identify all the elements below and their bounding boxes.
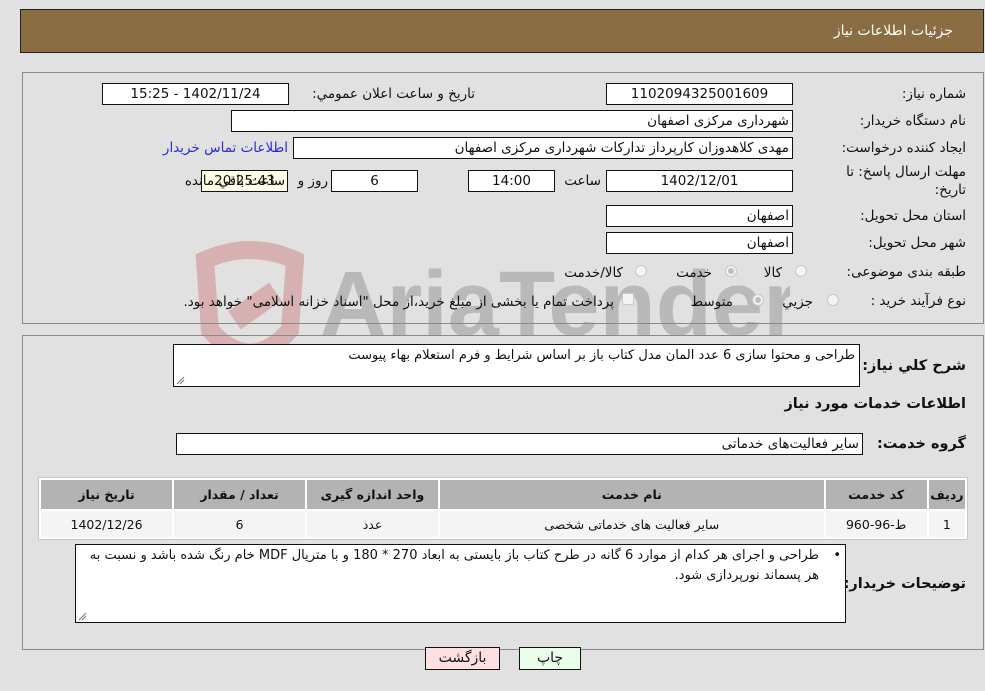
cell-need-date: 1402/12/26 <box>41 511 173 537</box>
buyer-org-label: نام دستگاه خریدار: <box>859 113 966 129</box>
col-header-quantity: تعداد / مقدار <box>174 480 306 509</box>
category-option-goods-service: کالا/خدمت <box>564 265 623 281</box>
need-number-label: شماره نیاز: <box>901 86 966 102</box>
province-label: استان محل تحویل: <box>860 208 966 224</box>
time-label: ساعت <box>564 173 601 189</box>
summary-label: شرح کلي نیاز: <box>862 358 966 374</box>
cell-quantity: 6 <box>174 511 306 537</box>
buyer-org-field: شهرداری مرکزی اصفهان <box>231 110 793 132</box>
deadline-label: مهلت ارسال پاسخ: تا <box>846 164 966 180</box>
buyer-notes-label: توضیحات خریدار: <box>843 576 966 592</box>
treasury-note: پرداخت تمام یا بخشی از مبلغ خرید،از محل … <box>183 294 614 310</box>
print-button[interactable]: چاپ <box>519 647 581 670</box>
creator-label: ایجاد کننده درخواست: <box>841 140 966 156</box>
process-option-medium: متوسط <box>690 294 733 310</box>
category-label: طبقه بندی موضوعی: <box>846 264 966 280</box>
announce-label: تاریخ و ساعت اعلان عمومي: <box>312 86 475 102</box>
col-header-service-name: نام خدمت <box>439 480 824 509</box>
process-radio-minor[interactable] <box>827 294 839 306</box>
deadline-label-2: تاریخ: <box>934 182 966 198</box>
buyer-contact-link[interactable]: اطلاعات تماس خریدار <box>163 140 288 156</box>
days-remaining-field: 6 <box>331 170 418 192</box>
process-radio-medium[interactable] <box>752 294 764 306</box>
col-header-service-code: کد خدمت <box>825 480 927 509</box>
category-option-service: خدمت <box>676 265 712 281</box>
service-group-label: گروه خدمت: <box>876 436 966 452</box>
treasury-checkbox[interactable] <box>622 293 634 305</box>
services-section-title: اطلاعات خدمات مورد نیاز <box>784 396 966 412</box>
deadline-date-field: 1402/12/01 <box>606 170 793 192</box>
city-label: شهر محل تحویل: <box>868 235 966 251</box>
city-field: اصفهان <box>606 232 793 254</box>
col-header-row-number: ردیف <box>928 480 965 509</box>
process-label: نوع فرآیند خرید : <box>870 293 966 309</box>
resize-grip-icon[interactable] <box>78 612 87 621</box>
category-option-goods: کالا <box>763 265 782 281</box>
province-field: اصفهان <box>606 205 793 227</box>
deadline-time-field: 14:00 <box>468 170 555 192</box>
category-radio-goods-service[interactable] <box>635 265 647 277</box>
col-header-unit: واحد اندازه گیری <box>307 480 438 509</box>
category-radio-goods[interactable] <box>795 265 807 277</box>
cell-service-name: سایر فعالیت های خدماتی شخصی <box>439 511 824 537</box>
days-label: روز و <box>297 173 328 189</box>
table-row: 1 ط-96-960 سایر فعالیت های خدماتی شخصی ع… <box>41 511 965 537</box>
summary-text: طراحی و محتوا سازی 6 عدد المان مدل کتاب … <box>348 348 855 363</box>
announce-datetime-field: 1402/11/24 - 15:25 <box>102 83 289 105</box>
page-header: جزئیات اطلاعات نیاز <box>20 9 984 53</box>
remaining-label: ساعت باقي مانده <box>184 173 285 189</box>
summary-textarea[interactable]: طراحی و محتوا سازی 6 عدد المان مدل کتاب … <box>173 344 860 387</box>
buyer-notes-textarea[interactable]: • طراحی و اجرای هر کدام از موارد 6 گانه … <box>75 544 846 623</box>
need-number-field: 1102094325001609 <box>606 83 793 105</box>
process-option-minor: جزيي <box>782 294 813 310</box>
table-header-row: ردیف کد خدمت نام خدمت واحد اندازه گیری ت… <box>41 480 965 509</box>
resize-grip-icon[interactable] <box>176 376 185 385</box>
page-title: جزئیات اطلاعات نیاز <box>833 23 953 39</box>
back-button[interactable]: بازگشت <box>425 647 500 670</box>
creator-field: مهدی کلاهدوزان کارپرداز تدارکات شهرداری … <box>293 137 793 159</box>
cell-row-number: 1 <box>928 511 965 537</box>
cell-service-code: ط-96-960 <box>825 511 927 537</box>
col-header-need-date: تاریخ نیاز <box>41 480 173 509</box>
buyer-notes-text: طراحی و اجرای هر کدام از موارد 6 گانه در… <box>89 548 819 583</box>
category-radio-service[interactable] <box>725 265 737 277</box>
bullet-icon: • <box>833 548 841 563</box>
service-group-field: سایر فعالیت‌های خدماتی <box>176 433 863 455</box>
services-table: ردیف کد خدمت نام خدمت واحد اندازه گیری ت… <box>38 477 968 540</box>
cell-unit: عدد <box>307 511 438 537</box>
